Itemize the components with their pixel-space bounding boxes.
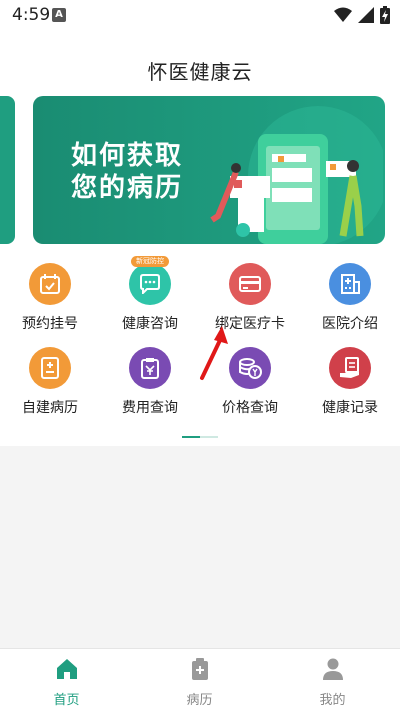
banner-line-1: 如何获取 bbox=[71, 141, 184, 171]
nav-label: 首页 bbox=[53, 693, 80, 708]
status-time: 4:59 bbox=[12, 5, 51, 25]
indicator-active bbox=[182, 436, 200, 438]
pointer-arrow bbox=[200, 326, 228, 380]
banner-headline: 如何获取 您的病历 bbox=[71, 140, 183, 204]
grid-label: 健康记录 bbox=[322, 400, 378, 416]
grid-label: 价格查询 bbox=[222, 400, 278, 416]
grid-label: 健康咨询 bbox=[122, 316, 178, 332]
medical-record-icon bbox=[191, 658, 208, 680]
home-icon bbox=[56, 659, 77, 679]
nav-item-home[interactable]: 首页 bbox=[0, 657, 133, 708]
signal-icon bbox=[358, 7, 374, 23]
new-badge: 新冠防控 bbox=[131, 256, 169, 267]
hand-document-icon bbox=[329, 347, 371, 389]
yuan-clipboard-icon bbox=[129, 347, 171, 389]
notification-badge: A bbox=[52, 8, 66, 22]
banner-line-2: 您的病历 bbox=[71, 173, 184, 203]
grid-label: 费用查询 bbox=[122, 400, 178, 416]
carousel-indicator bbox=[182, 436, 218, 438]
hospital-building-icon bbox=[329, 263, 371, 305]
nav-label: 病历 bbox=[186, 693, 213, 708]
grid-item-hospital-intro[interactable]: 医院介绍 bbox=[300, 263, 400, 333]
grid-label: 医院介绍 bbox=[322, 316, 378, 332]
prev-banner-slide[interactable] bbox=[0, 96, 15, 244]
grid-item-appointment[interactable]: 预约挂号 bbox=[0, 263, 100, 333]
grid-item-consult[interactable]: 新冠防控 健康咨询 bbox=[100, 256, 200, 333]
chat-icon: 新冠防控 bbox=[129, 256, 171, 305]
record-plus-icon bbox=[29, 347, 71, 389]
wifi-icon bbox=[334, 7, 352, 22]
page-title: 怀医健康云 bbox=[147, 60, 253, 84]
grid-item-health-record[interactable]: 健康记录 bbox=[300, 347, 400, 417]
bottom-nav: 首页 病历 我的 bbox=[0, 648, 400, 712]
promo-banner[interactable]: 如何获取 您的病历 bbox=[33, 96, 385, 244]
grid-item-self-record[interactable]: 自建病历 bbox=[0, 347, 100, 417]
calendar-icon bbox=[29, 263, 71, 305]
nav-item-profile[interactable]: 我的 bbox=[266, 657, 399, 708]
grid-item-fee-query[interactable]: 费用查询 bbox=[100, 347, 200, 417]
profile-icon bbox=[322, 658, 343, 680]
status-bar: 4:59 A bbox=[0, 0, 400, 30]
indicator-inactive bbox=[200, 436, 218, 438]
banner-illustration bbox=[210, 106, 383, 244]
nav-label: 我的 bbox=[319, 693, 346, 708]
battery-charging-icon bbox=[380, 6, 390, 24]
nav-item-records[interactable]: 病历 bbox=[133, 657, 266, 708]
card-icon bbox=[229, 263, 271, 305]
grid-label: 预约挂号 bbox=[22, 316, 78, 332]
grid-label: 自建病历 bbox=[22, 400, 78, 416]
